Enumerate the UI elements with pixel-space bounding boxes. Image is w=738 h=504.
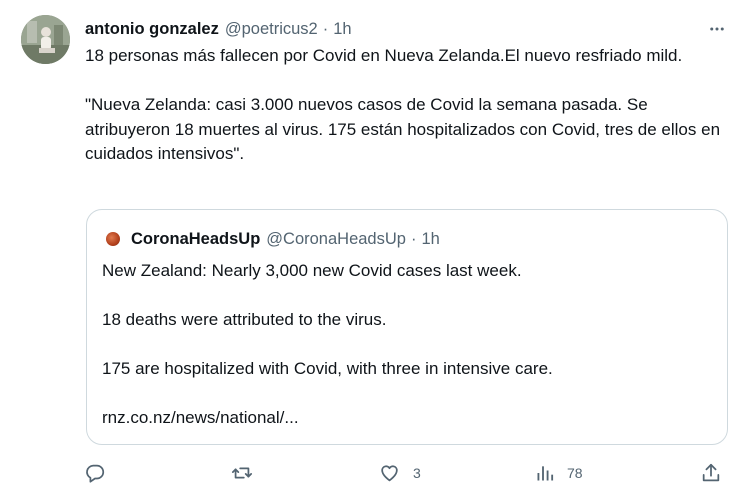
- quoted-paragraph: 175 are hospitalized with Covid, with th…: [102, 359, 553, 378]
- quoted-tweet-header: CoronaHeadsUp @CoronaHeadsUp · 1h: [106, 227, 440, 251]
- views-count: 78: [567, 465, 583, 481]
- tweet-text: 18 personas más fallecen por Covid en Nu…: [85, 44, 725, 167]
- reply-button[interactable]: [84, 458, 106, 488]
- action-bar: 3 78: [0, 458, 738, 488]
- quoted-paragraph: 18 deaths were attributed to the virus.: [102, 310, 387, 329]
- quoted-link: rnz.co.nz/news/national/...: [102, 408, 299, 427]
- more-horizontal-icon: [710, 27, 724, 31]
- separator-dot: ·: [410, 229, 417, 248]
- quoted-avatar: [106, 232, 120, 246]
- retweet-button[interactable]: [230, 458, 254, 488]
- views-chart-icon: [537, 466, 554, 481]
- tweet: antonio gonzalez @poetricus2 · 1h 18 per…: [0, 0, 738, 504]
- views-button[interactable]: 78: [535, 458, 583, 488]
- like-button[interactable]: 3: [378, 458, 421, 488]
- quoted-paragraph: New Zealand: Nearly 3,000 new Covid case…: [102, 261, 522, 280]
- author-handle[interactable]: @poetricus2: [225, 20, 318, 39]
- quoted-tweet-text: New Zealand: Nearly 3,000 new Covid case…: [102, 259, 712, 431]
- tweet-paragraph: 18 personas más fallecen por Covid en Nu…: [85, 46, 683, 65]
- more-options-button[interactable]: [700, 17, 734, 41]
- tweet-paragraph: "Nueva Zelanda: casi 3.000 nuevos casos …: [85, 95, 721, 163]
- reply-icon: [86, 464, 105, 483]
- retweet-icon: [231, 467, 253, 479]
- share-button[interactable]: [700, 458, 722, 488]
- heart-icon: [381, 465, 398, 482]
- quoted-tweet-time: 1h: [421, 229, 440, 248]
- separator-dot: ·: [322, 19, 329, 38]
- tweet-time[interactable]: 1h: [333, 20, 351, 39]
- share-icon: [702, 463, 720, 482]
- quoted-author-name: CoronaHeadsUp: [131, 229, 261, 248]
- quoted-author-handle: @CoronaHeadsUp: [266, 229, 406, 248]
- author-name[interactable]: antonio gonzalez: [85, 20, 219, 39]
- tweet-header: antonio gonzalez @poetricus2 · 1h: [85, 18, 352, 40]
- quoted-tweet[interactable]: CoronaHeadsUp @CoronaHeadsUp · 1h New Ze…: [86, 209, 728, 445]
- like-count: 3: [413, 465, 421, 481]
- avatar[interactable]: [21, 15, 70, 64]
